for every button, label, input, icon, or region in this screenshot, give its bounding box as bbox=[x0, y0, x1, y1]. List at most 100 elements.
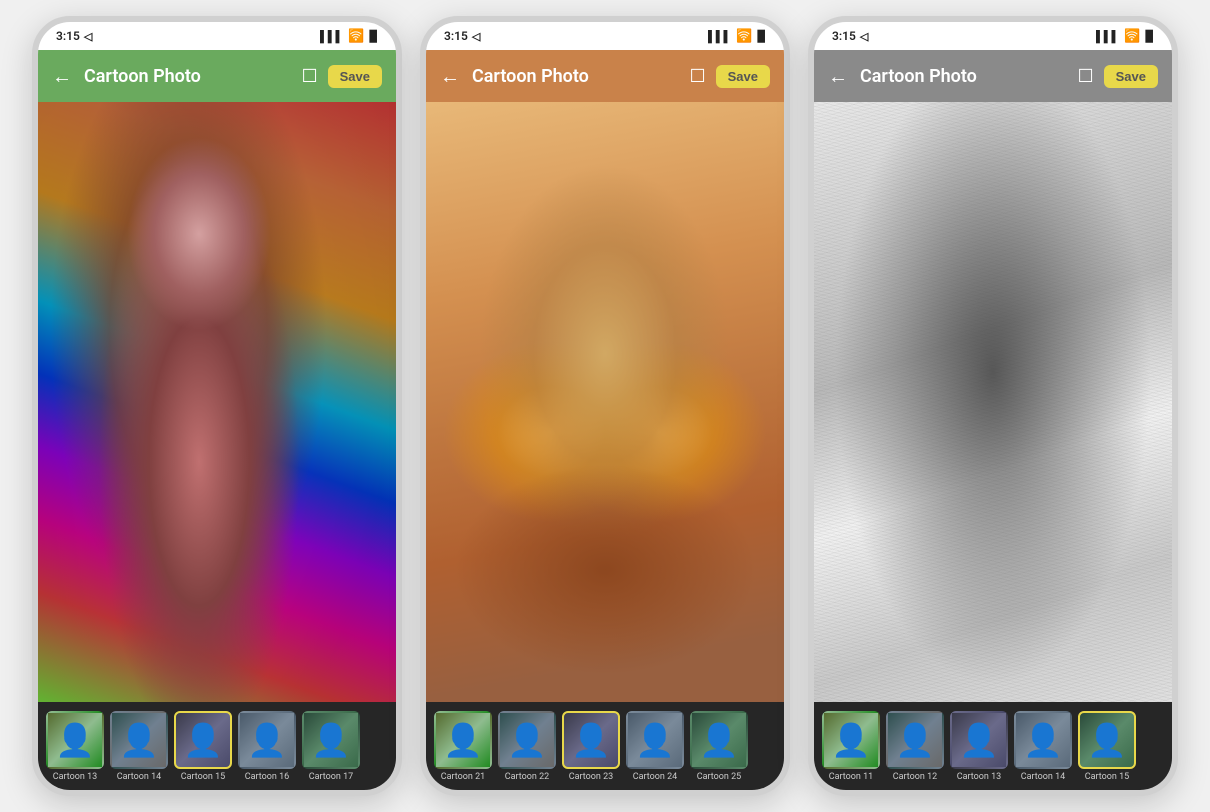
status-icons-1: ▌▌▌ 🛜 ▉ bbox=[320, 29, 378, 44]
thumbnail-strip-3: 👤 Cartoon 11 👤 Cartoon 12 👤 Cartoon 13 👤… bbox=[814, 702, 1172, 790]
toolbar-3: ← Cartoon Photo ☐ Save bbox=[814, 50, 1172, 102]
status-bar-2: 3:15 ◁ ▌▌▌ 🛜 ▉ bbox=[426, 22, 784, 50]
back-button-3[interactable]: ← bbox=[828, 64, 848, 89]
thumb-img-3-3[interactable]: 👤 bbox=[1014, 711, 1072, 769]
thumb-img-1-0[interactable]: 👤 bbox=[46, 711, 104, 769]
thumb-person-2-4: 👤 bbox=[692, 713, 746, 767]
crop-icon-1[interactable]: ☐ bbox=[301, 66, 317, 87]
nav-arrow-2: ◁ bbox=[472, 30, 480, 43]
wifi-icon-2: 🛜 bbox=[736, 29, 752, 44]
crop-icon-3[interactable]: ☐ bbox=[1077, 66, 1093, 87]
thumb-img-1-3[interactable]: 👤 bbox=[238, 711, 296, 769]
thumb-person-2-2: 👤 bbox=[564, 713, 618, 767]
photo-area-2 bbox=[426, 102, 784, 702]
thumb-label-2-4: Cartoon 25 bbox=[697, 772, 741, 782]
save-button-1[interactable]: Save bbox=[328, 65, 382, 88]
thumb-img-3-4[interactable]: 👤 bbox=[1078, 711, 1136, 769]
thumb-img-3-1[interactable]: 👤 bbox=[886, 711, 944, 769]
thumb-item-3-4[interactable]: 👤 Cartoon 15 bbox=[1078, 711, 1136, 782]
thumb-person-3-3: 👤 bbox=[1016, 713, 1070, 767]
save-button-2[interactable]: Save bbox=[716, 65, 770, 88]
thumb-item-2-1[interactable]: 👤 Cartoon 22 bbox=[498, 711, 556, 782]
back-button-1[interactable]: ← bbox=[52, 64, 72, 89]
thumb-person-3-0: 👤 bbox=[824, 713, 878, 767]
thumb-person-3-4: 👤 bbox=[1080, 713, 1134, 767]
status-bar-1: 3:15 ◁ ▌▌▌ 🛜 ▉ bbox=[38, 22, 396, 50]
save-button-3[interactable]: Save bbox=[1104, 65, 1158, 88]
status-time-2: 3:15 ◁ bbox=[444, 29, 480, 43]
photo-effect-1 bbox=[38, 102, 396, 702]
status-time-1: 3:15 ◁ bbox=[56, 29, 92, 43]
thumb-item-2-3[interactable]: 👤 Cartoon 24 bbox=[626, 711, 684, 782]
signal-icon-3: ▌▌▌ bbox=[1096, 30, 1119, 43]
toolbar-2: ← Cartoon Photo ☐ Save bbox=[426, 50, 784, 102]
toolbar-1: ← Cartoon Photo ☐ Save bbox=[38, 50, 396, 102]
thumb-person-3-2: 👤 bbox=[952, 713, 1006, 767]
thumb-person-1-0: 👤 bbox=[48, 713, 102, 767]
thumb-label-1-0: Cartoon 13 bbox=[53, 772, 97, 782]
phone-2: 3:15 ◁ ▌▌▌ 🛜 ▉ ← Cartoon Photo ☐ Save 👤 … bbox=[420, 16, 790, 796]
thumb-label-1-4: Cartoon 17 bbox=[309, 772, 353, 782]
phone-1: 3:15 ◁ ▌▌▌ 🛜 ▉ ← Cartoon Photo ☐ Save 👤 … bbox=[32, 16, 402, 796]
thumb-person-1-2: 👤 bbox=[176, 713, 230, 767]
thumb-label-3-3: Cartoon 14 bbox=[1021, 772, 1065, 782]
back-button-2[interactable]: ← bbox=[440, 64, 460, 89]
thumb-item-2-2[interactable]: 👤 Cartoon 23 bbox=[562, 711, 620, 782]
thumb-person-1-4: 👤 bbox=[304, 713, 358, 767]
thumb-person-1-1: 👤 bbox=[112, 713, 166, 767]
thumb-item-1-4[interactable]: 👤 Cartoon 17 bbox=[302, 711, 360, 782]
thumb-img-3-0[interactable]: 👤 bbox=[822, 711, 880, 769]
thumb-label-1-1: Cartoon 14 bbox=[117, 772, 161, 782]
wifi-icon-1: 🛜 bbox=[348, 29, 364, 44]
thumb-item-1-2[interactable]: 👤 Cartoon 15 bbox=[174, 711, 232, 782]
thumb-img-2-4[interactable]: 👤 bbox=[690, 711, 748, 769]
status-icons-3: ▌▌▌ 🛜 ▉ bbox=[1096, 29, 1154, 44]
phone-3: 3:15 ◁ ▌▌▌ 🛜 ▉ ← Cartoon Photo ☐ Save 👤 … bbox=[808, 16, 1178, 796]
thumb-person-1-3: 👤 bbox=[240, 713, 294, 767]
status-bar-3: 3:15 ◁ ▌▌▌ 🛜 ▉ bbox=[814, 22, 1172, 50]
thumb-label-1-3: Cartoon 16 bbox=[245, 772, 289, 782]
thumb-img-2-1[interactable]: 👤 bbox=[498, 711, 556, 769]
thumbnail-strip-1: 👤 Cartoon 13 👤 Cartoon 14 👤 Cartoon 15 👤… bbox=[38, 702, 396, 790]
thumb-item-3-0[interactable]: 👤 Cartoon 11 bbox=[822, 711, 880, 782]
thumb-person-2-0: 👤 bbox=[436, 713, 490, 767]
thumb-item-2-4[interactable]: 👤 Cartoon 25 bbox=[690, 711, 748, 782]
thumb-label-2-3: Cartoon 24 bbox=[633, 772, 677, 782]
thumb-label-3-2: Cartoon 13 bbox=[957, 772, 1001, 782]
thumb-img-2-0[interactable]: 👤 bbox=[434, 711, 492, 769]
photo-area-3 bbox=[814, 102, 1172, 702]
nav-arrow-3: ◁ bbox=[860, 30, 868, 43]
thumb-label-2-1: Cartoon 22 bbox=[505, 772, 549, 782]
thumb-img-1-4[interactable]: 👤 bbox=[302, 711, 360, 769]
thumb-img-2-2[interactable]: 👤 bbox=[562, 711, 620, 769]
thumb-img-3-2[interactable]: 👤 bbox=[950, 711, 1008, 769]
battery-icon-2: ▉ bbox=[758, 30, 766, 43]
thumb-item-1-3[interactable]: 👤 Cartoon 16 bbox=[238, 711, 296, 782]
signal-icon-2: ▌▌▌ bbox=[708, 30, 731, 43]
thumb-img-1-2[interactable]: 👤 bbox=[174, 711, 232, 769]
app-title-1: Cartoon Photo bbox=[84, 66, 301, 87]
time-2: 3:15 bbox=[444, 29, 468, 43]
nav-arrow-1: ◁ bbox=[84, 30, 92, 43]
thumb-person-2-3: 👤 bbox=[628, 713, 682, 767]
thumb-label-3-0: Cartoon 11 bbox=[829, 772, 873, 782]
status-time-3: 3:15 ◁ bbox=[832, 29, 868, 43]
wifi-icon-3: 🛜 bbox=[1124, 29, 1140, 44]
thumb-item-1-1[interactable]: 👤 Cartoon 14 bbox=[110, 711, 168, 782]
photo-area-1 bbox=[38, 102, 396, 702]
thumb-person-2-1: 👤 bbox=[500, 713, 554, 767]
thumb-item-3-1[interactable]: 👤 Cartoon 12 bbox=[886, 711, 944, 782]
crop-icon-2[interactable]: ☐ bbox=[689, 66, 705, 87]
battery-icon-1: ▉ bbox=[370, 30, 378, 43]
thumb-label-3-1: Cartoon 12 bbox=[893, 772, 937, 782]
thumb-item-3-2[interactable]: 👤 Cartoon 13 bbox=[950, 711, 1008, 782]
thumb-item-2-0[interactable]: 👤 Cartoon 21 bbox=[434, 711, 492, 782]
time-3: 3:15 bbox=[832, 29, 856, 43]
thumbnail-strip-2: 👤 Cartoon 21 👤 Cartoon 22 👤 Cartoon 23 👤… bbox=[426, 702, 784, 790]
thumb-item-3-3[interactable]: 👤 Cartoon 14 bbox=[1014, 711, 1072, 782]
signal-icon-1: ▌▌▌ bbox=[320, 30, 343, 43]
thumb-label-1-2: Cartoon 15 bbox=[181, 772, 225, 782]
thumb-img-2-3[interactable]: 👤 bbox=[626, 711, 684, 769]
thumb-item-1-0[interactable]: 👤 Cartoon 13 bbox=[46, 711, 104, 782]
thumb-img-1-1[interactable]: 👤 bbox=[110, 711, 168, 769]
